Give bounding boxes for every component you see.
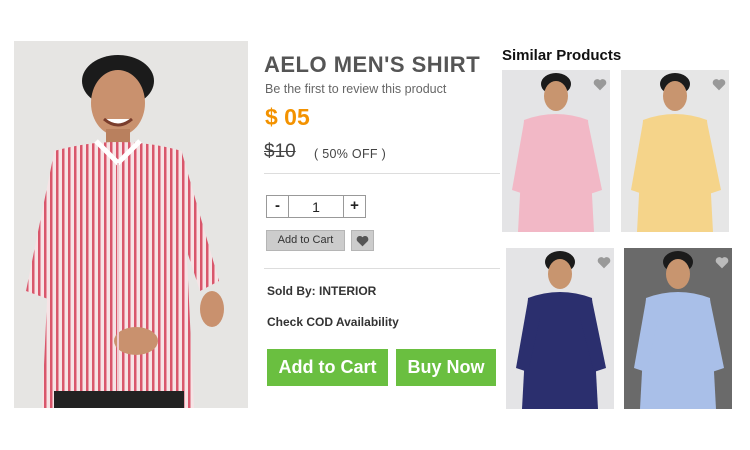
current-price: $ 05 (265, 104, 310, 130)
similar-product-2[interactable] (621, 70, 729, 232)
similar-product-1[interactable] (502, 70, 610, 232)
original-price: $10 (264, 141, 296, 162)
add-to-cart-small-button[interactable]: Add to Cart (266, 230, 345, 251)
divider (264, 268, 500, 269)
divider (264, 173, 500, 174)
similar-products-heading: Similar Products (502, 47, 622, 64)
heart-icon[interactable] (597, 256, 611, 269)
blue-striped-shirt-model-image (624, 248, 732, 409)
similar-product-4[interactable] (624, 248, 732, 409)
quantity-decrease-button[interactable]: - (267, 196, 289, 217)
man-in-striped-shirt-illustration (14, 41, 248, 408)
quantity-increase-button[interactable]: + (343, 196, 365, 217)
check-cod-link[interactable]: Check COD Availability (267, 315, 399, 329)
wishlist-button[interactable] (351, 230, 374, 251)
navy-striped-shirt-model-image (506, 248, 614, 409)
discount-badge: ( 50% OFF ) (314, 147, 387, 161)
heart-icon[interactable] (593, 78, 607, 91)
similar-product-3[interactable] (506, 248, 614, 409)
yellow-shirt-model-image (621, 70, 729, 232)
sold-by-text: Sold By: INTERIOR (267, 284, 377, 298)
buy-now-button[interactable]: Buy Now (396, 349, 496, 386)
product-title: AELO MEN'S SHIRT (264, 52, 481, 77)
quantity-input[interactable] (289, 196, 343, 217)
quantity-stepper: - + (266, 195, 366, 218)
heart-icon[interactable] (715, 256, 729, 269)
add-to-cart-button[interactable]: Add to Cart (267, 349, 388, 386)
pink-shirt-model-image (502, 70, 610, 232)
heart-icon[interactable] (712, 78, 726, 91)
heart-icon (356, 235, 369, 246)
review-link[interactable]: Be the first to review this product (265, 82, 446, 96)
main-product-image (14, 41, 248, 408)
